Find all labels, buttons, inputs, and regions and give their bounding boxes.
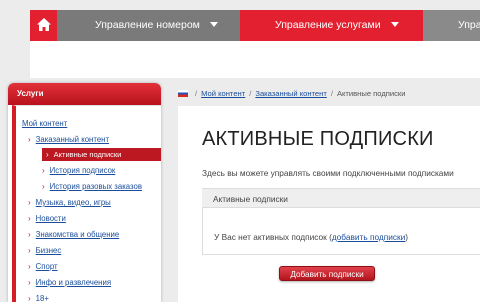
nav-services-management[interactable]: Управление услугами [240,10,423,41]
sidebar-item-info-entertainment[interactable]: › Инфо и развлечения [28,278,111,287]
breadcrumb-ordered-content[interactable]: Заказанный контент [255,89,326,98]
chevron-right-icon: › [28,278,31,287]
breadcrumb-separator: / [195,89,198,98]
sidebar-item-label[interactable]: Мой контент [22,119,67,128]
nav-item-truncated-label: Упра [458,19,480,31]
nav-number-management-label: Управление номером [95,19,200,31]
home-button[interactable] [30,10,57,41]
nav-item-truncated[interactable]: Упра [423,10,480,41]
header-band [30,41,480,78]
sidebar: Услуги Мой контент › Заказанный контент ›… [8,83,161,302]
chevron-right-icon: › [28,198,31,207]
sidebar-item-dating[interactable]: › Знакомства и общение [28,230,119,239]
flag-icon [178,90,188,97]
breadcrumb-separator: / [249,89,252,98]
breadcrumb: / Мой контент / Заказанный контент / Активные… [178,88,405,100]
empty-state-prefix: У Вас нет активных подписок ( [214,232,332,242]
chevron-right-icon: › [28,246,31,255]
sidebar-item-news[interactable]: › Новости [28,214,66,223]
sidebar-item-ordered-content[interactable]: › Заказанный контент [28,135,109,144]
chevron-right-icon: › [46,150,49,159]
chevron-right-icon: › [28,214,31,223]
page-title: АКТИВНЫЕ ПОДПИСКИ [202,128,434,150]
page-description: Здесь вы можете управлять своими подключ… [202,168,454,178]
sidebar-item-sport[interactable]: › Спорт [28,262,58,271]
chevron-right-icon: › [28,135,31,144]
sidebar-item-label[interactable]: Знакомства и общение [36,230,120,239]
sidebar-menu: Мой контент › Заказанный контент › Активны… [12,105,161,302]
breadcrumb-current: Активные подписки [336,89,406,98]
sidebar-item-label[interactable]: История разовых заказов [50,182,142,191]
home-icon [37,18,51,31]
chevron-right-icon: › [42,166,45,175]
top-navigation: Управление номером Управление услугами У… [30,10,480,41]
sidebar-item-label[interactable]: Музыка, видео, игры [36,198,111,207]
chevron-right-icon: › [28,230,31,239]
breadcrumb-separator: / [330,89,333,98]
nav-services-management-label: Управление услугами [275,19,381,31]
chevron-right-icon: › [28,294,31,302]
chevron-down-icon [390,22,399,27]
section-header: Активные подписки [202,188,480,208]
breadcrumb-my-content[interactable]: Мой контент [201,89,245,98]
empty-state-suffix: ) [405,232,409,242]
subscriptions-panel: У Вас нет активных подписок (добавить по… [202,208,480,255]
chevron-right-icon: › [28,262,31,271]
add-subscriptions-link[interactable]: добавить подписки [332,232,405,242]
sidebar-item-my-content[interactable]: Мой контент [22,119,67,128]
sidebar-item-label: Активные подписки [53,150,122,159]
sidebar-item-active-subscriptions[interactable]: › Активные подписки [42,148,161,161]
chevron-down-icon [209,22,218,27]
sidebar-item-order-history[interactable]: › История разовых заказов [42,182,142,191]
sidebar-item-label[interactable]: Новости [36,214,66,223]
sidebar-item-subscription-history[interactable]: › История подписок [42,166,115,175]
sidebar-item-label[interactable]: Спорт [36,262,58,271]
sidebar-item-adult[interactable]: › 18+ [28,294,49,302]
main-content: АКТИВНЫЕ ПОДПИСКИ Здесь вы можете управл… [178,106,480,302]
chevron-right-icon: › [42,182,45,191]
sidebar-item-label[interactable]: Заказанный контент [36,135,109,144]
sidebar-item-label[interactable]: Инфо и развлечения [36,278,111,287]
sidebar-header: Услуги [8,83,161,105]
sidebar-item-business[interactable]: › Бизнес [28,246,61,255]
sidebar-item-label[interactable]: 18+ [36,294,49,302]
empty-state-message: У Вас нет активных подписок (добавить по… [214,232,408,242]
nav-number-management[interactable]: Управление номером [57,10,240,41]
sidebar-item-music-video-games[interactable]: › Музыка, видео, игры [28,198,111,207]
add-subscriptions-button[interactable]: Добавить подписки [279,266,375,281]
sidebar-item-label[interactable]: История подписок [50,166,116,175]
sidebar-item-label[interactable]: Бизнес [36,246,62,255]
